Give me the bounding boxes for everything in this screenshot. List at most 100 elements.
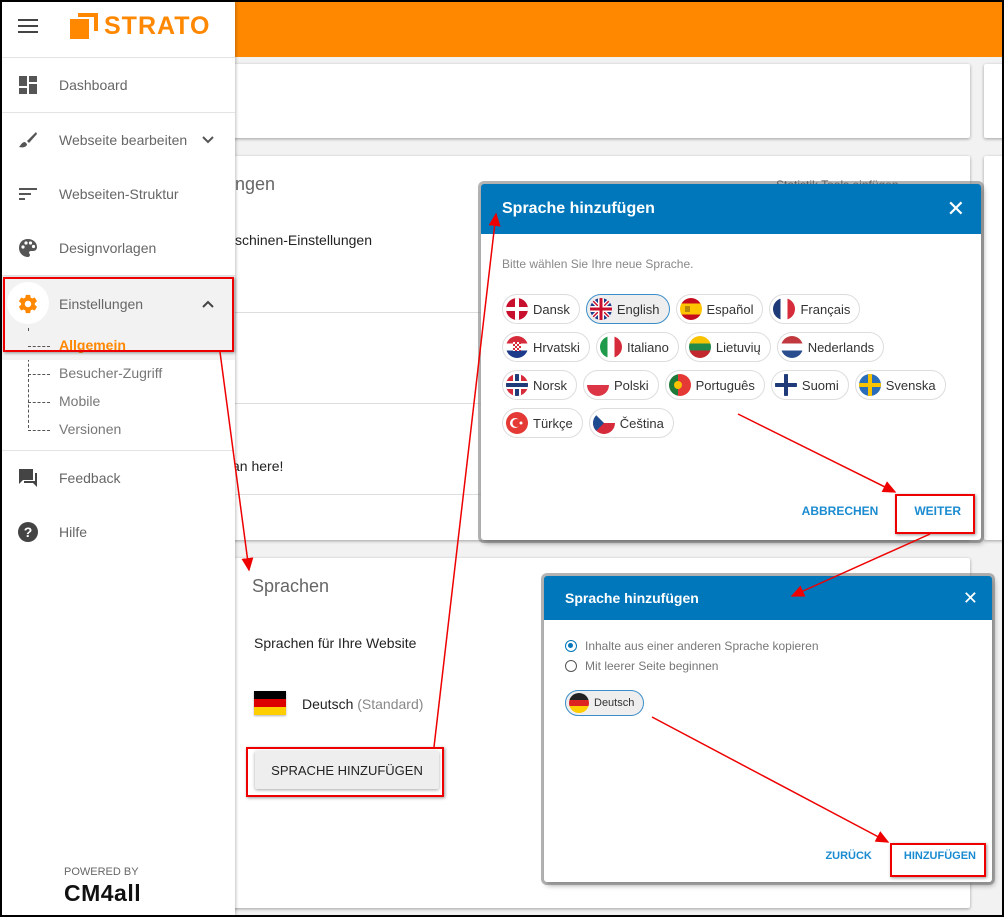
cancel-button[interactable]: ABBRECHEN	[784, 496, 897, 526]
sidebar-item-label: Designvorlagen	[59, 240, 157, 256]
chip-label: Italiano	[626, 339, 669, 355]
sidebar-item-webseite-bearbeiten[interactable]: Webseite bearbeiten	[2, 113, 235, 167]
add-language-button[interactable]: SPRACHE HINZUFÜGEN	[255, 751, 439, 789]
dialog-title: Sprache hinzufügen	[565, 590, 699, 606]
back-button[interactable]: ZURÜCK	[805, 842, 891, 870]
sidebar-item-label: Dashboard	[59, 77, 128, 93]
language-chip-it[interactable]: Italiano	[595, 332, 679, 362]
chip-label: Français	[800, 301, 851, 317]
chip-label: English	[616, 301, 660, 317]
option-copy-content[interactable]: Inhalte aus einer anderen Sprache kopier…	[565, 636, 819, 656]
logo-text: STRATO	[104, 12, 211, 40]
here-text-partial: an here!	[232, 458, 284, 474]
subitem-versionen[interactable]: Versionen	[2, 416, 235, 444]
language-chip-cz[interactable]: Čeština	[588, 408, 674, 438]
language-chip-nl[interactable]: Nederlands	[776, 332, 885, 362]
sidebar-header: STRATO	[2, 2, 235, 58]
pt-flag-icon	[668, 374, 691, 396]
sidebar-item-feedback[interactable]: Feedback	[2, 451, 235, 505]
language-chip-dk[interactable]: Dansk	[502, 294, 580, 324]
se-flag-icon	[858, 374, 881, 396]
language-chip-no[interactable]: Norsk	[502, 370, 577, 400]
language-chip-fi[interactable]: Suomi	[770, 370, 849, 400]
chevron-up-icon[interactable]	[202, 297, 214, 311]
menu-icon[interactable]	[18, 19, 38, 35]
languages-subtitle: Sprachen für Ihre Website	[254, 635, 417, 651]
language-chip-es[interactable]: Español	[675, 294, 764, 324]
dialog-header: Sprache hinzufügen ✕	[544, 576, 992, 620]
source-language-chip[interactable]: Deutsch	[565, 690, 645, 716]
next-button[interactable]: WEITER	[896, 496, 961, 526]
search-engine-settings-link[interactable]: schinen-Einstellungen	[235, 232, 372, 248]
chip-label: Nederlands	[807, 339, 875, 355]
sidebar-item-webseiten-struktur[interactable]: Webseiten-Struktur	[2, 167, 235, 221]
chip-label: Suomi	[801, 377, 839, 393]
es-flag-icon	[679, 298, 702, 320]
close-icon[interactable]: ✕	[947, 196, 965, 222]
language-chip-gb[interactable]: English	[585, 294, 670, 324]
subitem-allgemein[interactable]: Allgemein	[2, 332, 235, 360]
add-button[interactable]: HINZUFÜGEN	[892, 842, 976, 870]
language-chip-pl[interactable]: Polski	[582, 370, 659, 400]
fi-flag-icon	[774, 374, 797, 396]
language-chip-pt[interactable]: Português	[664, 370, 765, 400]
sidebar-item-label: Webseiten-Struktur	[59, 186, 179, 202]
chip-label: Deutsch	[594, 697, 635, 709]
sidebar-item-label: Hilfe	[59, 524, 88, 540]
powered-by-label: POWERED BY	[64, 866, 139, 878]
subitem-mobile[interactable]: Mobile	[2, 388, 235, 416]
dialog-header: Sprache hinzufügen ✕	[481, 184, 981, 234]
sidebar-item-designvorlagen[interactable]: Designvorlagen	[2, 221, 235, 275]
sidebar-item-hilfe[interactable]: ? Hilfe	[2, 505, 235, 559]
language-chip-fr[interactable]: Français	[769, 294, 861, 324]
no-flag-icon	[506, 374, 528, 396]
close-icon[interactable]: ✕	[963, 588, 978, 609]
tree-branch	[28, 430, 50, 431]
cm4all-logo: CM4all	[64, 880, 142, 906]
cz-flag-icon	[592, 412, 615, 434]
gear-icon	[17, 293, 39, 315]
hr-flag-icon	[506, 336, 528, 358]
language-chip-lt[interactable]: Lietuvių	[684, 332, 771, 362]
subitem-besucher-zugriff[interactable]: Besucher-Zugriff	[2, 360, 235, 388]
language-chip-se[interactable]: Svenska	[854, 370, 946, 400]
sidebar-item-label: Einstellungen	[59, 296, 144, 312]
right-top-card	[984, 64, 1002, 138]
nl-flag-icon	[780, 336, 803, 358]
sort-icon	[17, 183, 39, 205]
languages-title: Sprachen	[252, 576, 330, 596]
sidebar-item-dashboard[interactable]: Dashboard	[2, 58, 235, 112]
strato-logo[interactable]: STRATO	[70, 12, 210, 41]
app-frame: ngen schinen-Einstellungen an here! Stat…	[2, 2, 1002, 915]
tree-branch	[28, 402, 50, 403]
top-card	[202, 64, 970, 138]
subitem-label: Besucher-Zugriff	[59, 365, 163, 381]
tree-branch	[28, 374, 50, 375]
right-mid-card	[984, 156, 1002, 540]
language-chip-list: Dansk English Español Français Hrvatski Itali…	[502, 294, 972, 446]
chip-label: Hrvatski	[533, 339, 580, 355]
language-chip-hr[interactable]: Hrvatski	[502, 332, 590, 362]
subitem-label: Mobile	[59, 393, 101, 409]
chip-label: Español	[706, 301, 754, 317]
option-label: Inhalte aus einer anderen Sprache kopier…	[585, 639, 819, 653]
add-language-dialog: Sprache hinzufügen ✕ Bitte wählen Sie Ih…	[481, 184, 981, 540]
radio-unchecked-icon[interactable]	[565, 660, 577, 672]
default-note: (Standard)	[357, 696, 424, 712]
chip-label: Lietuvių	[715, 339, 761, 355]
svg-text:?: ?	[24, 524, 33, 540]
chevron-down-icon[interactable]	[202, 133, 214, 147]
language-chip-tr[interactable]: Türkçe	[502, 408, 583, 438]
tr-flag-icon	[506, 412, 528, 434]
chip-label: Türkçe	[533, 415, 573, 431]
radio-checked-icon[interactable]	[565, 640, 577, 652]
brush-icon	[17, 129, 39, 151]
sidebar-item-einstellungen[interactable]: Einstellungen	[2, 276, 235, 332]
option-label: Mit leerer Seite beginnen	[585, 659, 719, 673]
chip-label: Norsk	[533, 377, 567, 393]
subitem-label: Versionen	[59, 421, 122, 437]
it-flag-icon	[599, 336, 622, 358]
sidebar: STRATO Dashboard Webseite bearbeiten Web…	[2, 2, 235, 915]
strato-logo-icon	[70, 12, 98, 41]
option-empty-page[interactable]: Mit leerer Seite beginnen	[565, 656, 819, 676]
